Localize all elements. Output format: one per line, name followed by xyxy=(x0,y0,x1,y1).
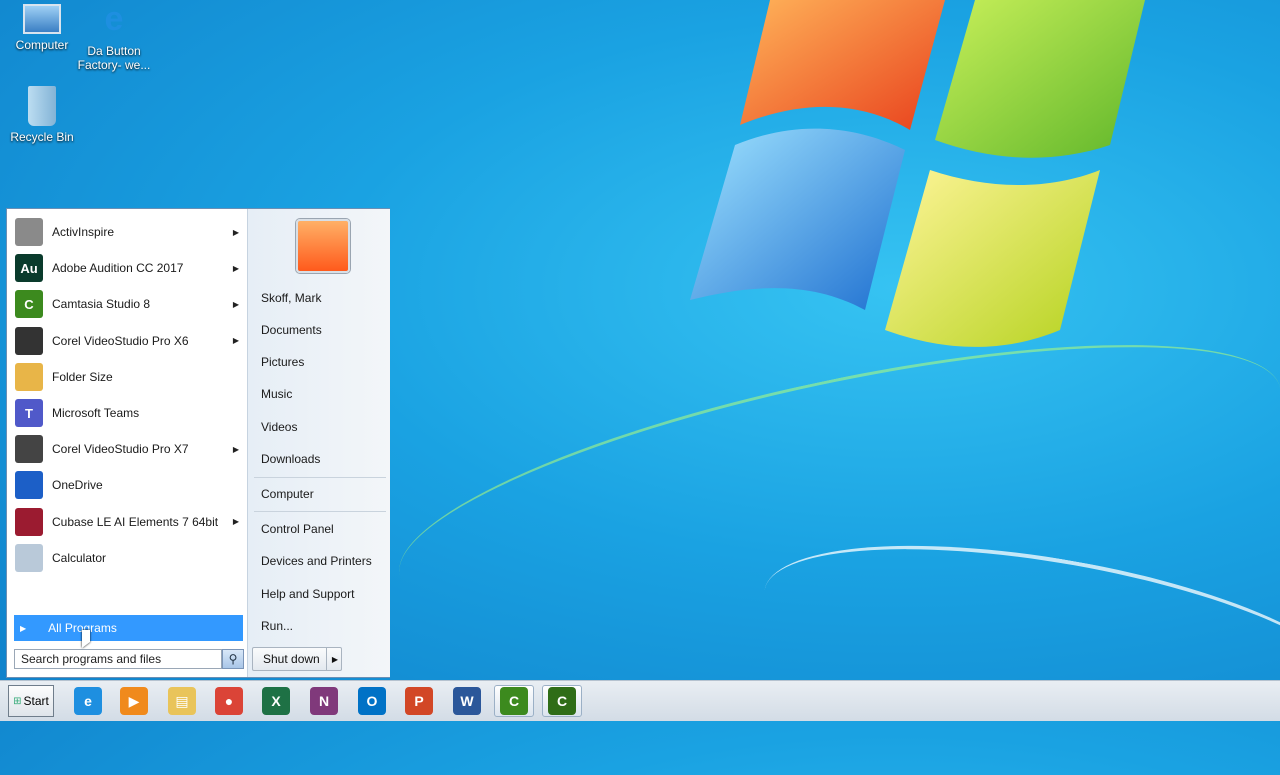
program-label: Camtasia Studio 8 xyxy=(52,297,151,312)
start-label: Start xyxy=(23,694,49,708)
submenu-arrow-icon: ▶ xyxy=(232,263,239,273)
internet-explorer-icon: e xyxy=(74,687,102,715)
program-item[interactable]: Cubase LE AI Elements 7 64bit ▶ xyxy=(15,505,245,539)
shutdown-options-arrow-icon[interactable]: ▶ xyxy=(326,647,343,671)
program-item[interactable]: Corel VideoStudio Pro X6 ▶ xyxy=(15,324,245,358)
program-item[interactable]: ActivInspire ▶ xyxy=(15,215,245,249)
program-label: Corel VideoStudio Pro X7 xyxy=(52,442,189,457)
program-item[interactable]: Calculator xyxy=(15,541,245,575)
divider xyxy=(254,477,386,478)
taskbar: ⊞ Start e ▶ ▤ ● X N O P W C C xyxy=(0,680,1280,721)
submenu-arrow-icon: ▶ xyxy=(232,444,239,454)
computer-link[interactable]: Computer xyxy=(261,484,314,504)
windows-logo xyxy=(690,0,1145,347)
folder-size-icon xyxy=(15,362,43,391)
program-item[interactable]: Folder Size xyxy=(15,360,245,394)
program-item[interactable]: T Microsoft Teams xyxy=(15,396,245,430)
internet-explorer-shortcut-icon: e xyxy=(104,0,124,38)
word-icon: W xyxy=(453,687,481,715)
media-player-icon: ▶ xyxy=(120,687,148,715)
corel-videostudio-x7-icon xyxy=(15,435,43,464)
control-panel-link[interactable]: Control Panel xyxy=(261,519,334,539)
program-item[interactable]: C Camtasia Studio 8 ▶ xyxy=(15,287,245,321)
submenu-arrow-icon: ▶ xyxy=(232,336,239,346)
desktop-icon-da-button-factory[interactable]: e Da Button Factory- we... xyxy=(77,2,151,72)
videos-link[interactable]: Videos xyxy=(261,417,297,437)
help-support-link[interactable]: Help and Support xyxy=(261,584,354,604)
desktop-icon-label: Computer xyxy=(15,38,69,52)
user-picture-icon[interactable] xyxy=(296,219,350,273)
divider xyxy=(254,511,386,512)
excel-icon: X xyxy=(262,687,290,715)
start-button[interactable]: ⊞ Start xyxy=(8,685,54,717)
run-link[interactable]: Run... xyxy=(261,616,293,636)
program-item[interactable]: OneDrive xyxy=(15,468,245,502)
taskbar-app-button[interactable]: e xyxy=(68,685,108,717)
outlook-icon: O xyxy=(358,687,386,715)
program-label: Corel VideoStudio Pro X6 xyxy=(52,333,189,348)
desktop-icon-label: Recycle Bin xyxy=(10,130,74,144)
desktop-icon-computer[interactable]: Computer xyxy=(5,2,79,52)
start-menu-programs-pane: ▶ All Programs Search programs and files… xyxy=(7,209,247,677)
activinspire-icon xyxy=(15,218,43,246)
shutdown-label: Shut down xyxy=(263,652,320,666)
windows-flag-icon: ⊞ xyxy=(13,695,22,707)
powerpoint-icon: P xyxy=(405,687,433,715)
taskbar-app-button[interactable]: N xyxy=(304,685,344,717)
program-label: Cubase LE AI Elements 7 64bit xyxy=(52,514,219,529)
desktop-icon-label: Da Button Factory- we... xyxy=(77,44,151,72)
camtasia-taskbar-icon: C xyxy=(500,687,528,715)
program-label: OneDrive xyxy=(52,478,103,493)
chrome-icon: ● xyxy=(215,687,243,715)
program-item[interactable]: Corel VideoStudio Pro X7 ▶ xyxy=(15,432,245,466)
taskbar-app-button[interactable]: C xyxy=(542,685,582,717)
submenu-arrow-icon: ▶ xyxy=(232,227,239,237)
taskbar-app-button[interactable]: P xyxy=(399,685,439,717)
submenu-arrow-icon: ▶ xyxy=(232,517,239,527)
search-input[interactable]: Search programs and files xyxy=(14,649,222,669)
program-item[interactable]: Au Adobe Audition CC 2017 ▶ xyxy=(15,251,245,285)
onedrive-icon xyxy=(15,471,43,500)
music-link[interactable]: Music xyxy=(261,384,292,404)
all-programs-button[interactable]: ▶ All Programs xyxy=(14,615,243,641)
devices-printers-link[interactable]: Devices and Printers xyxy=(261,551,372,571)
taskbar-app-button[interactable]: X xyxy=(256,685,296,717)
search-icon[interactable]: ⚲ xyxy=(222,649,244,669)
camtasia-recorder-taskbar-icon: C xyxy=(548,687,576,715)
search-placeholder: Search programs and files xyxy=(21,652,162,666)
corel-videostudio-x6-icon xyxy=(15,326,43,355)
start-menu: ▶ All Programs Search programs and files… xyxy=(6,208,390,678)
taskbar-app-button[interactable]: W xyxy=(447,685,487,717)
adobe-audition-icon: Au xyxy=(15,254,43,283)
cubase-icon xyxy=(15,507,43,536)
taskbar-app-button[interactable]: ▤ xyxy=(162,685,202,717)
camtasia-icon: C xyxy=(15,290,43,319)
computer-icon xyxy=(23,4,61,34)
microsoft-teams-icon: T xyxy=(15,399,43,427)
file-explorer-icon: ▤ xyxy=(168,687,196,715)
taskbar-app-button[interactable]: O xyxy=(352,685,392,717)
pictures-link[interactable]: Pictures xyxy=(261,352,304,372)
downloads-link[interactable]: Downloads xyxy=(261,449,320,469)
expand-arrow-icon: ▶ xyxy=(20,623,27,633)
program-label: Folder Size xyxy=(52,369,113,384)
taskbar-app-button[interactable]: C xyxy=(494,685,534,717)
onenote-icon: N xyxy=(310,687,338,715)
taskbar-app-button[interactable]: ● xyxy=(209,685,249,717)
user-folder-link[interactable]: Skoff, Mark xyxy=(261,288,321,308)
mouse-cursor-icon xyxy=(82,630,90,648)
program-label: Adobe Audition CC 2017 xyxy=(52,261,184,276)
program-label: ActivInspire xyxy=(52,225,115,239)
recycle-bin-icon xyxy=(28,86,56,126)
submenu-arrow-icon: ▶ xyxy=(232,299,239,309)
calculator-icon xyxy=(15,543,43,572)
taskbar-app-button[interactable]: ▶ xyxy=(114,685,154,717)
program-label: Calculator xyxy=(52,550,107,565)
documents-link[interactable]: Documents xyxy=(261,320,322,340)
start-menu-places-pane: Skoff, Mark Documents Pictures Music Vid… xyxy=(247,209,390,677)
desktop-icon-recycle-bin[interactable]: Recycle Bin xyxy=(5,86,79,144)
program-label: Microsoft Teams xyxy=(52,406,140,420)
